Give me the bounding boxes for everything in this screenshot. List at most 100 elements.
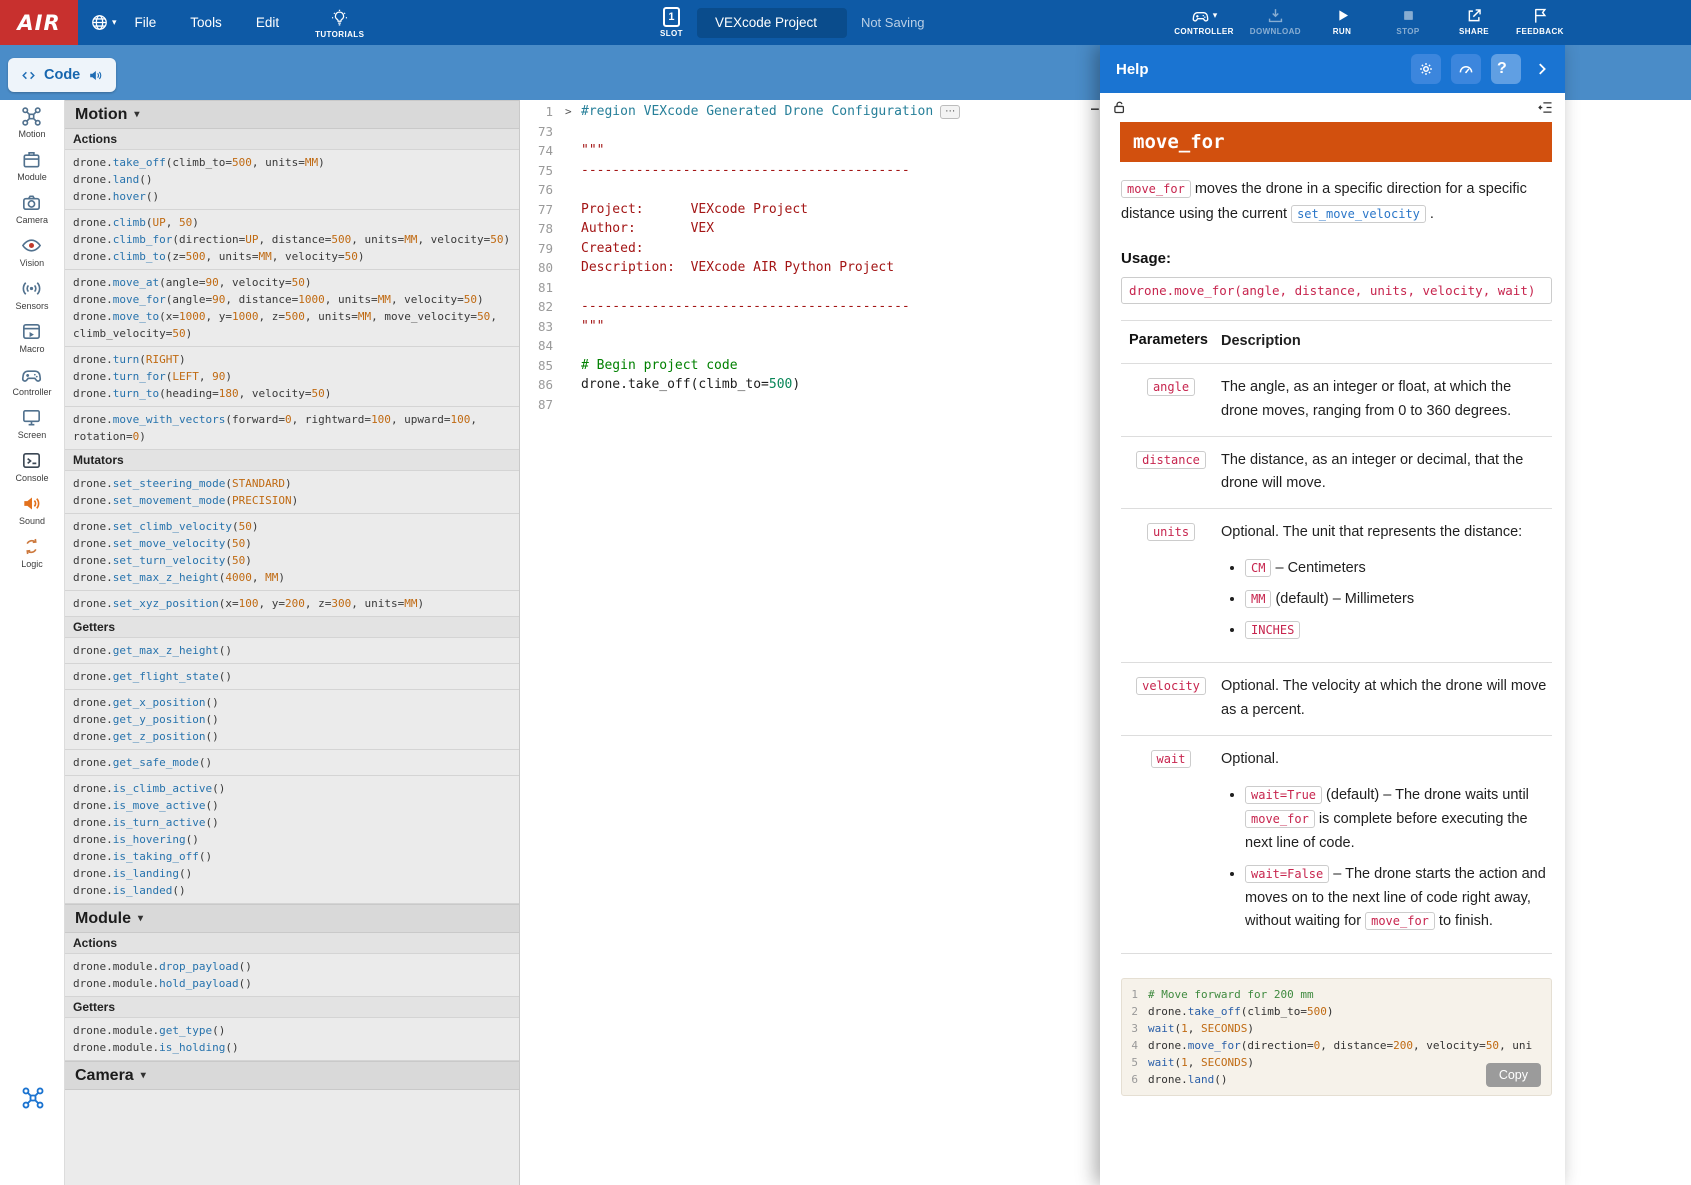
command-is_turn_active[interactable]: drone.is_turn_active() bbox=[65, 814, 519, 831]
share-button[interactable]: SHARE bbox=[1449, 5, 1499, 36]
speaker-icon[interactable] bbox=[87, 67, 104, 84]
command-move_at[interactable]: drone.move_at(angle=90, velocity=50) bbox=[65, 274, 519, 291]
command-get_max_z_height[interactable]: drone.get_max_z_height() bbox=[65, 642, 519, 659]
feedback-button[interactable]: FEEDBACK bbox=[1515, 5, 1565, 36]
command-land[interactable]: drone.land() bbox=[65, 171, 519, 188]
controller-button[interactable]: ▾CONTROLLER bbox=[1174, 5, 1234, 36]
command-get_y_position[interactable]: drone.get_y_position() bbox=[65, 711, 519, 728]
command-is_taking_off[interactable]: drone.is_taking_off() bbox=[65, 848, 519, 865]
command-set_steering_mode[interactable]: drone.set_steering_mode(STANDARD) bbox=[65, 475, 519, 492]
line-number: 81 bbox=[521, 278, 565, 298]
command-drop_payload[interactable]: drone.module.drop_payload() bbox=[65, 958, 519, 975]
unlock-icon[interactable] bbox=[1111, 99, 1128, 116]
param-chip-units: units bbox=[1147, 523, 1195, 541]
command-cluster: drone.turn(RIGHT)drone.turn_for(LEFT, 90… bbox=[65, 347, 519, 407]
command-climb_to[interactable]: drone.climb_to(z=500, units=MM, velocity… bbox=[65, 248, 519, 265]
rail-item-controller[interactable]: Controller bbox=[12, 363, 51, 397]
rail-label: Vision bbox=[20, 258, 44, 268]
gear-button[interactable] bbox=[1411, 54, 1441, 84]
menu-tools[interactable]: Tools bbox=[190, 15, 222, 30]
command-turn_to[interactable]: drone.turn_to(heading=180, velocity=50) bbox=[65, 385, 519, 402]
download-icon bbox=[1266, 6, 1285, 25]
rail-item-macro[interactable]: Macro bbox=[19, 320, 44, 354]
example-line-2: 2drone.take_off(climb_to=500) bbox=[1122, 1003, 1551, 1020]
gauge-button[interactable] bbox=[1451, 54, 1481, 84]
download-button[interactable]: DOWNLOAD bbox=[1250, 5, 1301, 36]
command-hold_payload[interactable]: drone.module.hold_payload() bbox=[65, 975, 519, 992]
command-set_xyz_position[interactable]: drone.set_xyz_position(x=100, y=200, z=3… bbox=[65, 595, 519, 612]
command-take_off[interactable]: drone.take_off(climb_to=500, units=MM) bbox=[65, 154, 519, 171]
rail-item-console[interactable]: Console bbox=[15, 449, 48, 483]
language-menu[interactable]: ▾ bbox=[90, 13, 117, 32]
caret-down-icon[interactable]: ▾ bbox=[1213, 10, 1218, 21]
outdent-icon[interactable] bbox=[1537, 99, 1554, 116]
command-is_climb_active[interactable]: drone.is_climb_active() bbox=[65, 780, 519, 797]
project-name[interactable]: VEXcode Project bbox=[697, 8, 847, 38]
line-number: 76 bbox=[521, 180, 565, 200]
tutorials-button[interactable]: TUTORIALS bbox=[315, 7, 364, 39]
command-set_max_z_height[interactable]: drone.set_max_z_height(4000, MM) bbox=[65, 569, 519, 586]
console-icon bbox=[19, 449, 44, 472]
command-is_holding[interactable]: drone.module.is_holding() bbox=[65, 1039, 519, 1056]
stop-button[interactable]: STOP bbox=[1383, 5, 1433, 36]
rail-footer[interactable] bbox=[0, 1085, 65, 1111]
copy-button[interactable]: Copy bbox=[1486, 1063, 1541, 1087]
palette-section-motion[interactable]: Motion▾ bbox=[65, 100, 519, 129]
rail-item-motion[interactable]: Motion bbox=[18, 105, 45, 139]
command-is_move_active[interactable]: drone.is_move_active() bbox=[65, 797, 519, 814]
command-is_landed[interactable]: drone.is_landed() bbox=[65, 882, 519, 899]
command-climb[interactable]: drone.climb(UP, 50) bbox=[65, 214, 519, 231]
command-get_type[interactable]: drone.module.get_type() bbox=[65, 1022, 519, 1039]
command-set_turn_velocity[interactable]: drone.set_turn_velocity(50) bbox=[65, 552, 519, 569]
command-get_flight_state[interactable]: drone.get_flight_state() bbox=[65, 668, 519, 685]
command-move_for[interactable]: drone.move_for(angle=90, distance=1000, … bbox=[65, 291, 519, 308]
command-is_landing[interactable]: drone.is_landing() bbox=[65, 865, 519, 882]
command-climb_for[interactable]: drone.climb_for(direction=UP, distance=5… bbox=[65, 231, 519, 248]
rail-item-module[interactable]: Module bbox=[17, 148, 47, 182]
caret-down-icon: ▾ bbox=[112, 17, 117, 28]
question-button[interactable]: ? bbox=[1491, 54, 1521, 84]
command-cluster: drone.get_max_z_height() bbox=[65, 638, 519, 664]
rail-item-screen[interactable]: Screen bbox=[18, 406, 47, 440]
param-description: The distance, as an integer or decimal, … bbox=[1221, 449, 1552, 497]
palette-section-module[interactable]: Module▾ bbox=[65, 904, 519, 933]
command-is_hovering[interactable]: drone.is_hovering() bbox=[65, 831, 519, 848]
rail-item-logic[interactable]: Logic bbox=[19, 535, 44, 569]
help-title: Help bbox=[1116, 61, 1401, 78]
code-link-set_move_velocity[interactable]: set_move_velocity bbox=[1291, 205, 1426, 223]
rail-item-sound[interactable]: Sound bbox=[19, 492, 45, 526]
example-line-number: 2 bbox=[1122, 1003, 1148, 1020]
command-set_movement_mode[interactable]: drone.set_movement_mode(PRECISION) bbox=[65, 492, 519, 509]
fold-arrow-icon[interactable]: > bbox=[565, 102, 581, 122]
menu-edit[interactable]: Edit bbox=[256, 15, 279, 30]
command-get_x_position[interactable]: drone.get_x_position() bbox=[65, 694, 519, 711]
slot-selector[interactable]: 1 SLOT bbox=[660, 7, 683, 38]
screen-icon bbox=[19, 406, 44, 429]
command-move_with_vectors[interactable]: drone.move_with_vectors(forward=0, right… bbox=[65, 411, 519, 445]
command-set_move_velocity[interactable]: drone.set_move_velocity(50) bbox=[65, 535, 519, 552]
command-get_safe_mode[interactable]: drone.get_safe_mode() bbox=[65, 754, 519, 771]
line-number: 82 bbox=[521, 297, 565, 317]
palette-section-camera[interactable]: Camera▾ bbox=[65, 1061, 519, 1090]
rail-item-camera[interactable]: Camera bbox=[16, 191, 48, 225]
command-turn_for[interactable]: drone.turn_for(LEFT, 90) bbox=[65, 368, 519, 385]
command-get_z_position[interactable]: drone.get_z_position() bbox=[65, 728, 519, 745]
command-turn[interactable]: drone.turn(RIGHT) bbox=[65, 351, 519, 368]
command-hover[interactable]: drone.hover() bbox=[65, 188, 519, 205]
folded-region-ellipsis[interactable]: ⋯ bbox=[940, 105, 960, 119]
chevron-right-icon bbox=[1533, 60, 1551, 78]
logic-icon bbox=[19, 535, 44, 558]
menu-file[interactable]: File bbox=[135, 15, 157, 30]
chevron-right-button[interactable] bbox=[1531, 54, 1553, 84]
command-move_to[interactable]: drone.move_to(x=1000, y=1000, z=500, uni… bbox=[65, 308, 519, 342]
param-description: Optional. The unit that represents the d… bbox=[1221, 521, 1552, 650]
rail-item-sensors[interactable]: Sensors bbox=[15, 277, 48, 311]
run-button[interactable]: RUN bbox=[1317, 5, 1367, 36]
code-tab[interactable]: Code bbox=[8, 58, 116, 92]
rail-item-vision[interactable]: Vision bbox=[19, 234, 44, 268]
action-label: FEEDBACK bbox=[1516, 27, 1564, 36]
rail-label: Console bbox=[15, 473, 48, 483]
command-set_climb_velocity[interactable]: drone.set_climb_velocity(50) bbox=[65, 518, 519, 535]
code-brackets-icon bbox=[20, 67, 37, 84]
example-line-number: 5 bbox=[1122, 1054, 1148, 1071]
